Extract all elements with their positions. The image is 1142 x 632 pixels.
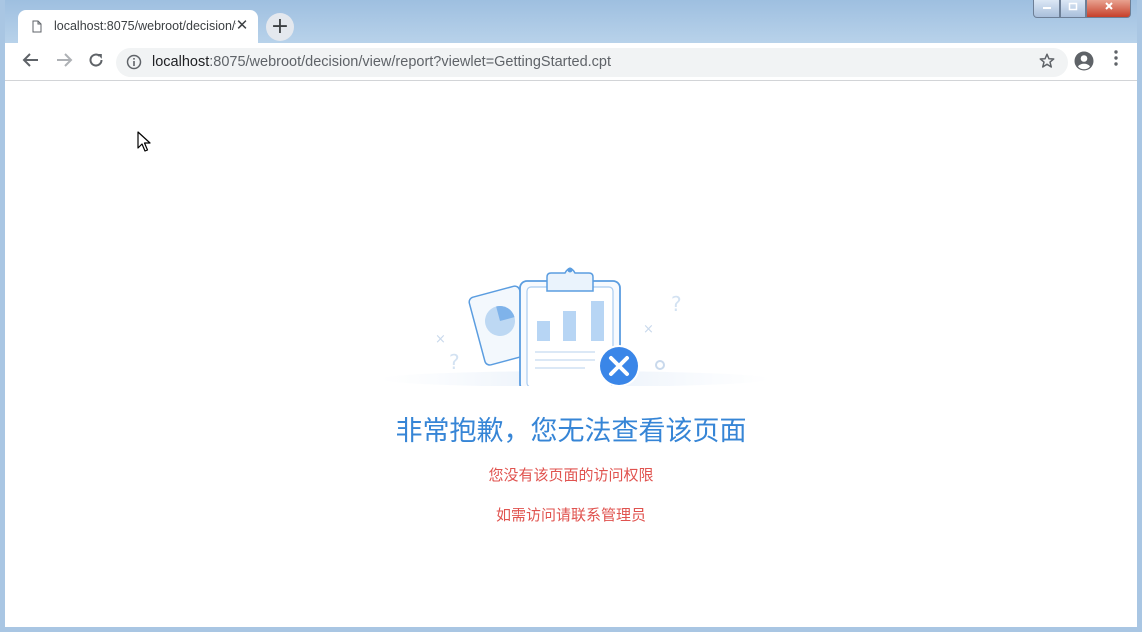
svg-text:×: × xyxy=(435,332,446,347)
url-text[interactable]: localhost:8075/webroot/decision/view/rep… xyxy=(152,54,611,70)
tab-title: localhost:8075/webroot/decision/view/rep… xyxy=(54,19,236,33)
browser-window: localhost:8075/webroot/decision/view/rep… xyxy=(0,0,1142,632)
maximize-button[interactable] xyxy=(1060,0,1086,18)
error-message-contact-admin: 如需访问请联系管理员 xyxy=(495,506,646,524)
reload-icon xyxy=(89,53,103,67)
url-host: localhost xyxy=(152,54,210,70)
menu-button[interactable] xyxy=(1109,50,1123,72)
kebab-menu-icon xyxy=(1114,50,1118,66)
tab-close-icon[interactable]: ✕ xyxy=(235,18,249,33)
svg-text:?: ? xyxy=(671,292,682,316)
restore-icon xyxy=(1068,2,1078,11)
address-bar[interactable]: localhost:8075/webroot/decision/view/rep… xyxy=(116,48,1068,77)
close-window-button[interactable] xyxy=(1086,0,1131,18)
forward-button[interactable] xyxy=(53,51,75,73)
tab-strip: localhost:8075/webroot/decision/view/rep… xyxy=(5,0,1137,43)
error-message-permission: 您没有该页面的访问权限 xyxy=(488,466,654,484)
forward-arrow-icon xyxy=(57,53,73,67)
url-path: :8075/webroot/decision/view/report?viewl… xyxy=(209,54,612,70)
reload-button[interactable] xyxy=(85,51,107,73)
page-icon xyxy=(32,20,42,33)
back-arrow-icon xyxy=(22,53,38,67)
info-icon[interactable] xyxy=(126,54,142,70)
star-icon[interactable] xyxy=(1038,52,1056,70)
svg-text:×: × xyxy=(643,322,654,337)
no-permission-illustration: × ? ? × xyxy=(380,267,770,386)
browser-toolbar: localhost:8075/webroot/decision/view/rep… xyxy=(5,43,1137,81)
window-controls xyxy=(1033,0,1131,20)
minimize-button[interactable] xyxy=(1033,0,1060,18)
close-icon xyxy=(1104,2,1113,10)
mouse-cursor-icon xyxy=(137,131,151,152)
minimize-icon xyxy=(1042,7,1051,9)
back-button[interactable] xyxy=(20,51,42,73)
error-title: 非常抱歉，您无法查看该页面 xyxy=(395,416,747,447)
page-content: × ? ? × 非常抱歉，您无法查看该页面 您没有该页面的访问权限 如需访问请联… xyxy=(5,81,1137,627)
tab-active[interactable]: localhost:8075/webroot/decision/view/rep… xyxy=(18,10,258,43)
new-tab-button[interactable]: + xyxy=(266,13,294,41)
account-icon[interactable] xyxy=(1073,50,1095,72)
svg-text:?: ? xyxy=(449,350,460,374)
